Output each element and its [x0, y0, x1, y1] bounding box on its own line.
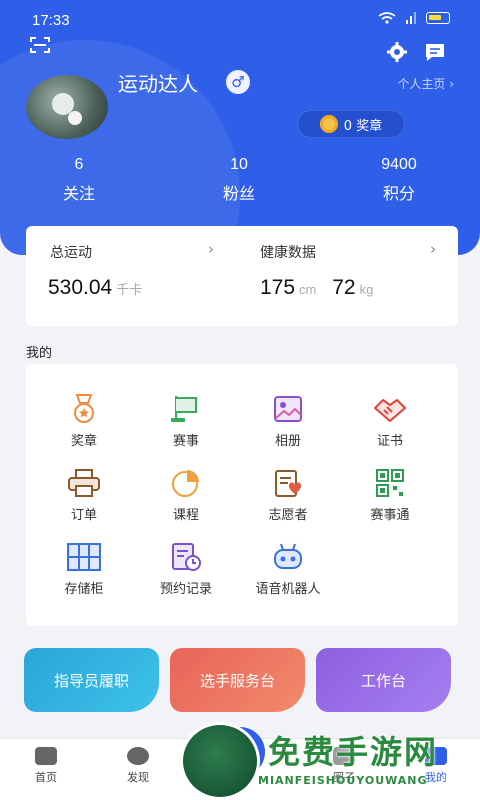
signal-icon	[406, 12, 416, 24]
status-bar: 17:33	[0, 0, 480, 40]
feature-label: 预约记录	[159, 582, 212, 597]
robot-icon	[274, 543, 302, 569]
discover-icon	[127, 747, 149, 765]
feature-locker[interactable]: 存储柜	[34, 542, 134, 612]
weight-unit: kg	[359, 282, 374, 297]
feature-medals[interactable]: 奖章	[34, 394, 134, 464]
pie-icon	[172, 470, 199, 497]
feature-events[interactable]: 赛事	[136, 394, 236, 464]
stats-row: 6 关注 10 粉丝 9400 积分	[0, 156, 480, 216]
watermark-title: 免费手游网	[268, 733, 439, 771]
feature-orders[interactable]: 订单	[34, 468, 134, 538]
feature-label: 赛事	[172, 434, 199, 449]
stat-label: 关注	[62, 184, 95, 203]
wifi-icon	[378, 12, 396, 24]
feature-label: 志愿者	[268, 508, 308, 523]
nav-home[interactable]: 首页	[16, 747, 76, 785]
battery-icon	[426, 12, 450, 24]
feature-label: 课程	[172, 508, 199, 523]
qrcode-icon	[376, 469, 404, 497]
health-data-value: 175 cm 72 kg	[260, 276, 373, 300]
status-icons	[378, 12, 450, 24]
feature-album[interactable]: 相册	[238, 394, 338, 464]
exercise-number: 530.04	[48, 276, 113, 299]
nav-discover[interactable]: 发现	[108, 747, 168, 785]
total-exercise-panel[interactable]: 总运动 › 530.04 千卡	[26, 226, 236, 326]
handshake-icon	[374, 399, 406, 422]
instructor-duty-button[interactable]: 指导员履职	[24, 648, 159, 712]
stat-value: 9400	[381, 156, 417, 173]
feature-certificate[interactable]: 证书	[340, 394, 440, 464]
schedule-icon	[172, 543, 201, 571]
summary-card: 总运动 › 530.04 千卡 健康数据 › 175 cm 72 kg	[26, 226, 458, 326]
feature-label: 奖章	[70, 434, 97, 449]
height-unit: cm	[299, 282, 317, 297]
weight-number: 72	[332, 276, 356, 299]
stat-points[interactable]: 9400 积分	[349, 156, 449, 204]
stat-label: 积分	[382, 184, 415, 203]
feature-voice-robot[interactable]: 语音机器人	[238, 542, 338, 612]
feature-label: 订单	[70, 508, 97, 523]
nav-label: 发现	[127, 771, 149, 784]
health-data-title: 健康数据	[260, 245, 316, 261]
athlete-service-button[interactable]: 选手服务台	[170, 648, 305, 712]
watermark-subtitle: MIANFEISHOUYOUWANG	[258, 774, 428, 787]
medal-icon	[74, 394, 94, 423]
instructor-duty-label: 指导员履职	[53, 671, 129, 690]
stat-value: 6	[74, 156, 84, 173]
chevron-right-icon: ›	[430, 240, 436, 258]
stat-following[interactable]: 6 关注	[29, 156, 129, 204]
nav-label: 首页	[35, 771, 57, 784]
chevron-right-icon: ›	[208, 240, 214, 258]
gear-icon[interactable]	[386, 41, 408, 63]
message-icon[interactable]	[424, 41, 446, 63]
printer-icon	[68, 469, 100, 497]
feature-booking-records[interactable]: 预约记录	[136, 542, 236, 612]
feature-label: 语音机器人	[255, 582, 321, 597]
feature-volunteer[interactable]: 志愿者	[238, 468, 338, 538]
volunteer-icon	[275, 470, 302, 497]
feature-courses[interactable]: 课程	[136, 468, 236, 538]
badge-count-label: 0 奖章	[343, 118, 383, 134]
health-data-panel[interactable]: 健康数据 › 175 cm 72 kg	[236, 226, 458, 326]
status-time: 17:33	[32, 12, 70, 29]
total-exercise-value: 530.04 千卡	[48, 276, 142, 300]
stat-followers[interactable]: 10 粉丝	[189, 156, 289, 204]
watermark-logo	[180, 722, 260, 800]
my-features-grid: 奖章 赛事 相册 证书 订单 课程 志愿者 赛事通 存储柜 预约记录 语音机器人	[26, 364, 458, 626]
feature-label: 赛事通	[370, 508, 410, 523]
stat-value: 10	[230, 156, 248, 173]
athlete-service-label: 选手服务台	[199, 671, 275, 690]
locker-icon	[67, 543, 101, 571]
workbench-button[interactable]: 工作台	[316, 648, 451, 712]
height-number: 175	[260, 276, 296, 299]
male-gender-icon: ♂	[226, 70, 250, 94]
feature-event-pass[interactable]: 赛事通	[340, 468, 440, 538]
profile-header: 17:33 运动达人 ♂ 个人主页 › 0 奖章 6 关注 10 粉丝 9400…	[0, 0, 480, 255]
my-section-title: 我的	[26, 346, 53, 361]
home-icon	[35, 747, 57, 765]
exercise-unit: 千卡	[116, 282, 143, 297]
badge-count-button[interactable]: 0 奖章	[297, 110, 405, 138]
flag-icon	[171, 396, 197, 422]
avatar[interactable]	[26, 75, 108, 139]
scan-icon[interactable]	[30, 37, 50, 53]
username: 运动达人	[118, 72, 198, 96]
feature-label: 证书	[376, 434, 403, 449]
workbench-label: 工作台	[360, 671, 406, 690]
album-icon	[274, 396, 302, 422]
feature-label: 存储柜	[64, 582, 104, 597]
profile-home-link[interactable]: 个人主页 ›	[397, 75, 454, 92]
feature-label: 相册	[274, 434, 301, 449]
stat-label: 粉丝	[222, 184, 255, 203]
total-exercise-title: 总运动	[50, 245, 92, 261]
medal-small-icon	[319, 115, 338, 133]
